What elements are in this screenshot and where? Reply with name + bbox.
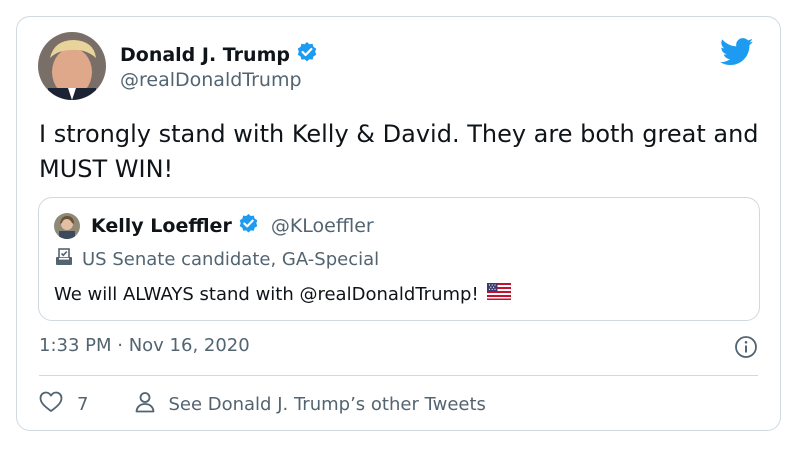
author-handle[interactable]: @realDonaldTrump (120, 69, 302, 91)
quoted-author-avatar[interactable] (54, 213, 80, 239)
author-avatar[interactable] (38, 32, 106, 100)
heart-icon (39, 391, 63, 418)
twitter-bird-icon[interactable] (719, 38, 754, 70)
like-count: 7 (77, 394, 89, 415)
divider (39, 375, 758, 376)
quoted-author[interactable]: Kelly Loeffler @KLoeffler (91, 213, 374, 239)
author-name-text: Donald J. Trump (120, 43, 290, 66)
info-icon[interactable] (734, 335, 758, 363)
author-name[interactable]: Donald J. Trump (120, 41, 318, 68)
person-icon (134, 391, 156, 418)
verified-badge-icon (238, 213, 259, 239)
tweet-timestamp[interactable]: 1:33 PM · Nov 16, 2020 (39, 335, 250, 356)
tweet-card[interactable]: Donald J. Trump @realDonaldTrump I stron… (16, 16, 781, 431)
ballot-box-icon (54, 248, 74, 271)
verified-badge-icon (296, 41, 318, 68)
tweet-actions: 7 See Donald J. Trump’s other Tweets (39, 391, 486, 418)
like-button[interactable]: 7 (39, 391, 88, 418)
us-flag-icon (486, 282, 511, 305)
quoted-tweet-text-content: We will ALWAYS stand with @realDonaldTru… (54, 283, 479, 305)
quoted-author-label: US Senate candidate, GA-Special (54, 248, 379, 271)
quoted-tweet[interactable]: Kelly Loeffler @KLoeffler US Senate cand… (38, 197, 760, 321)
quoted-tweet-text: We will ALWAYS stand with @realDonaldTru… (54, 282, 511, 305)
quoted-author-label-text: US Senate candidate, GA-Special (82, 249, 380, 270)
quoted-author-handle: @KLoeffler (270, 215, 374, 237)
other-tweets-label: See Donald J. Trump’s other Tweets (168, 394, 486, 415)
quoted-author-name: Kelly Loeffler (91, 215, 232, 237)
tweet-text: I strongly stand with Kelly & David. The… (39, 120, 759, 183)
other-tweets-link[interactable]: See Donald J. Trump’s other Tweets (134, 391, 486, 418)
